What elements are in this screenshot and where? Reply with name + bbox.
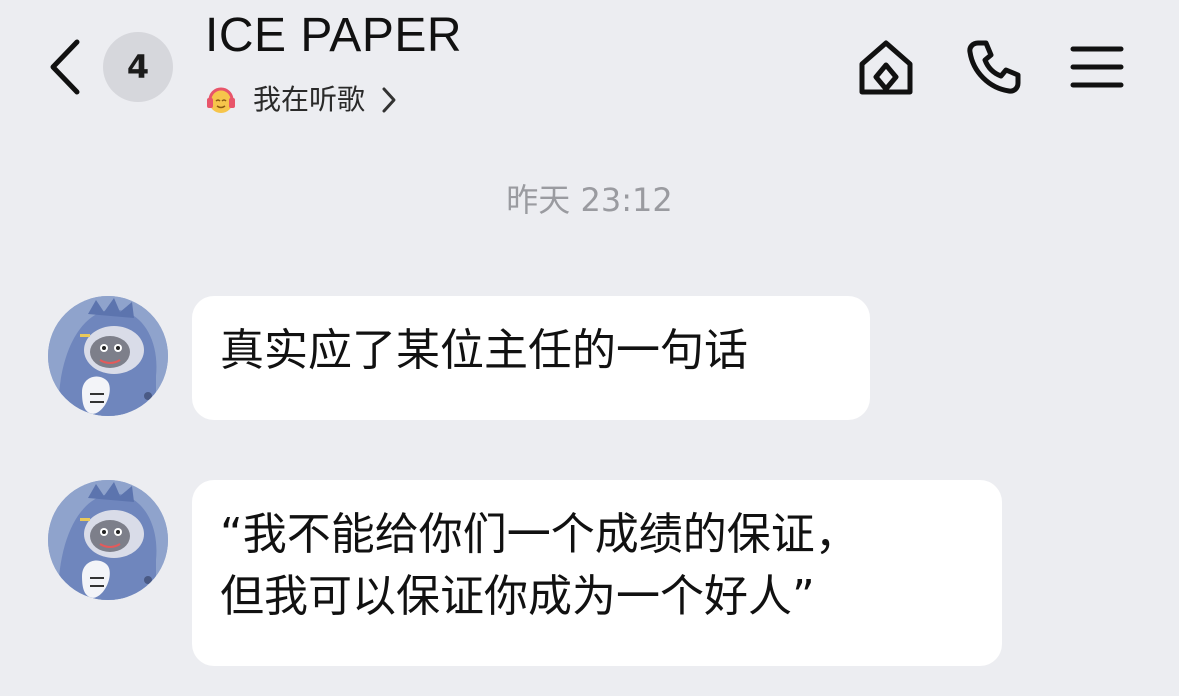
- status-row[interactable]: 我在听歌: [205, 80, 401, 120]
- message-bubble[interactable]: 真实应了某位主任的一句话: [192, 296, 870, 420]
- home-icon: [859, 40, 913, 95]
- phone-icon: [967, 40, 1021, 94]
- message-row: “我不能给你们一个成绩的保证， 但我可以保证你成为一个好人”: [0, 480, 1179, 666]
- headphones-emoji-icon: [207, 87, 235, 113]
- back-chevron-icon: [50, 39, 80, 95]
- home-button[interactable]: [855, 36, 917, 98]
- chat-header: 4 ICE PAPER 我在听歌: [0, 0, 1179, 140]
- call-button[interactable]: [963, 36, 1025, 98]
- avatar-image: [48, 296, 168, 416]
- back-button[interactable]: [40, 36, 88, 98]
- avatar-image: [48, 480, 168, 600]
- chevron-right-icon: [381, 84, 401, 116]
- menu-icon: [1070, 46, 1124, 88]
- message-row: 真实应了某位主任的一句话: [0, 296, 1179, 420]
- status-text: 我在听歌: [253, 83, 366, 116]
- avatar[interactable]: [48, 296, 168, 416]
- message-bubble[interactable]: “我不能给你们一个成绩的保证， 但我可以保证你成为一个好人”: [192, 480, 1002, 666]
- unread-count-badge[interactable]: 4: [103, 32, 173, 102]
- avatar[interactable]: [48, 480, 168, 600]
- message-timestamp: 昨天 23:12: [506, 181, 673, 219]
- menu-button[interactable]: [1066, 36, 1128, 98]
- chat-title[interactable]: ICE PAPER: [205, 8, 462, 64]
